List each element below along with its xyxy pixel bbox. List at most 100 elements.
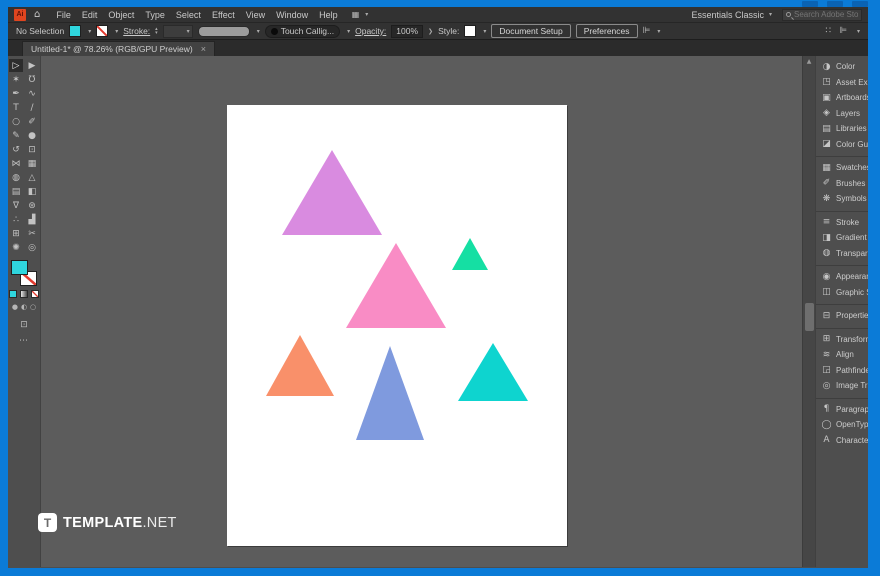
blob-brush-tool[interactable]: ●: [25, 129, 39, 142]
panel-item-symbols[interactable]: ❋ Symbols: [816, 191, 868, 207]
symbol-sprayer-tool[interactable]: ∴: [9, 213, 23, 226]
mesh-tool[interactable]: ▤: [9, 185, 23, 198]
scale-tool[interactable]: ⊡: [25, 143, 39, 156]
opacity-arrow-icon[interactable]: ❯: [428, 28, 433, 35]
maximize-button[interactable]: [827, 1, 843, 7]
menu-type[interactable]: Type: [145, 10, 165, 20]
chevron-down-icon[interactable]: ▾: [347, 28, 350, 35]
app-logo-icon[interactable]: Ai: [14, 8, 26, 21]
shape-tool[interactable]: ○: [9, 115, 23, 128]
dock-collapse-icon[interactable]: ⊫: [839, 26, 847, 36]
align-options-icon[interactable]: ⊫: [643, 26, 651, 36]
chevron-down-icon[interactable]: ▾: [115, 28, 118, 35]
direct-selection-tool[interactable]: ▶: [25, 59, 39, 72]
shape-builder-tool[interactable]: ◍: [9, 171, 23, 184]
stroke-color-swatch[interactable]: [96, 25, 109, 37]
slice-tool[interactable]: ✂: [25, 227, 39, 240]
pen-tool[interactable]: ✒: [9, 87, 23, 100]
color-mode-swatch[interactable]: [9, 290, 17, 298]
artboard-tool[interactable]: ⊞: [9, 227, 23, 240]
menu-edit[interactable]: Edit: [82, 10, 98, 20]
screen-mode-icon[interactable]: ⊡: [20, 320, 28, 330]
draw-mode-icon-0[interactable]: ●: [12, 303, 18, 311]
opacity-label[interactable]: Opacity:: [355, 26, 386, 36]
panel-item-artboards[interactable]: ▣ Artboards: [816, 90, 868, 106]
stroke-weight-dropdown[interactable]: ▾: [162, 24, 193, 38]
menu-help[interactable]: Help: [319, 10, 338, 20]
panel-item-image-trace[interactable]: ◎ Image Trace: [816, 378, 868, 394]
canvas-area[interactable]: [41, 56, 802, 567]
chevron-down-icon[interactable]: ▾: [657, 28, 660, 35]
fill-color-swatch[interactable]: [69, 25, 82, 37]
close-button[interactable]: [852, 1, 868, 7]
rotate-tool[interactable]: ↺: [9, 143, 23, 156]
scrollbar-thumb[interactable]: [805, 303, 814, 331]
chevron-down-icon[interactable]: ▾: [857, 28, 860, 35]
panel-item-pathfinder[interactable]: ◲ Pathfinder: [816, 363, 868, 379]
window-controls[interactable]: [802, 1, 868, 7]
panel-item-color[interactable]: ◑ Color: [816, 59, 868, 75]
width-tool[interactable]: ⋈: [9, 157, 23, 170]
triangle-orange[interactable]: [266, 335, 334, 396]
panel-item-properties[interactable]: ⊟ Properties: [816, 308, 868, 324]
panel-item-brushes[interactable]: ✐ Brushes: [816, 176, 868, 192]
panel-item-graphic-style[interactable]: ◫ Graphic Style: [816, 285, 868, 301]
panel-item-gradient[interactable]: ◨ Gradient: [816, 230, 868, 246]
search-input[interactable]: [794, 10, 858, 19]
stroke-label[interactable]: Stroke:: [123, 26, 150, 36]
minimize-button[interactable]: [802, 1, 818, 7]
perspective-grid-tool[interactable]: △: [25, 171, 39, 184]
arrange-documents-grid-icon[interactable]: ∷: [825, 26, 831, 36]
stroke-weight-stepper[interactable]: ▴ ▾: [155, 27, 158, 36]
type-tool[interactable]: T: [9, 101, 23, 114]
fill-stroke-indicator[interactable]: [11, 260, 37, 286]
menu-object[interactable]: Object: [108, 10, 134, 20]
panel-item-align[interactable]: ≋ Align: [816, 347, 868, 363]
menu-window[interactable]: Window: [276, 10, 308, 20]
triangle-blue[interactable]: [356, 346, 424, 440]
chevron-down-icon[interactable]: ▾: [365, 11, 368, 18]
workspace-switcher[interactable]: Essentials Classic ▾: [691, 10, 772, 20]
none-mode-swatch[interactable]: [31, 290, 39, 298]
panel-item-transform[interactable]: ⊞ Transform: [816, 332, 868, 348]
panel-item-appearance[interactable]: ◉ Appearance: [816, 269, 868, 285]
blend-tool[interactable]: ⊛: [25, 199, 39, 212]
arrange-documents-icon[interactable]: ▦: [352, 10, 360, 19]
adobe-stock-search[interactable]: [782, 8, 862, 21]
paintbrush-tool[interactable]: ✐: [25, 115, 39, 128]
panel-item-paragraph[interactable]: ¶ Paragraph: [816, 402, 868, 418]
lasso-tool[interactable]: Ʊ: [25, 73, 39, 86]
magic-wand-tool[interactable]: ✶: [9, 73, 23, 86]
panel-item-transparency[interactable]: ◍ Transparency: [816, 246, 868, 262]
triangle-orchid[interactable]: [282, 150, 382, 235]
home-icon[interactable]: ⌂: [34, 9, 40, 20]
brush-definition-dropdown[interactable]: Touch Callig...: [264, 24, 341, 38]
eyedropper-tool[interactable]: ∇: [9, 199, 23, 212]
draw-mode-icon-1[interactable]: ◐: [21, 303, 27, 311]
panel-item-color-guide[interactable]: ◪ Color Guide: [816, 137, 868, 153]
preferences-button[interactable]: Preferences: [575, 24, 638, 38]
menu-file[interactable]: File: [56, 10, 71, 20]
panel-item-asset-export[interactable]: ◳ Asset Export: [816, 75, 868, 91]
chevron-down-icon[interactable]: ▾: [257, 28, 260, 35]
tab-close-icon[interactable]: ×: [201, 44, 206, 54]
gradient-mode-swatch[interactable]: [20, 290, 28, 298]
pencil-tool[interactable]: ✎: [9, 129, 23, 142]
panel-item-character[interactable]: A Character: [816, 433, 868, 449]
menu-effect[interactable]: Effect: [212, 10, 235, 20]
chevron-down-icon[interactable]: ▾: [88, 28, 91, 35]
panel-item-opentype[interactable]: ◯ OpenType: [816, 417, 868, 433]
triangle-green[interactable]: [452, 238, 488, 270]
scroll-up-icon[interactable]: ▲: [803, 58, 815, 65]
selection-tool[interactable]: ▷: [9, 59, 23, 72]
vertical-scrollbar[interactable]: ▲: [802, 56, 815, 567]
document-tab[interactable]: Untitled-1* @ 78.26% (RGB/GPU Preview) ×: [22, 41, 215, 56]
gradient-tool[interactable]: ◧: [25, 185, 39, 198]
menu-select[interactable]: Select: [176, 10, 201, 20]
panel-item-libraries[interactable]: ▤ Libraries: [816, 121, 868, 137]
panel-item-stroke[interactable]: ≡ Stroke: [816, 215, 868, 231]
edit-toolbar-icon[interactable]: ⋯: [19, 336, 29, 346]
triangle-pink[interactable]: [346, 243, 446, 328]
zoom-tool[interactable]: ◎: [25, 241, 39, 254]
panel-item-layers[interactable]: ◈ Layers: [816, 106, 868, 122]
